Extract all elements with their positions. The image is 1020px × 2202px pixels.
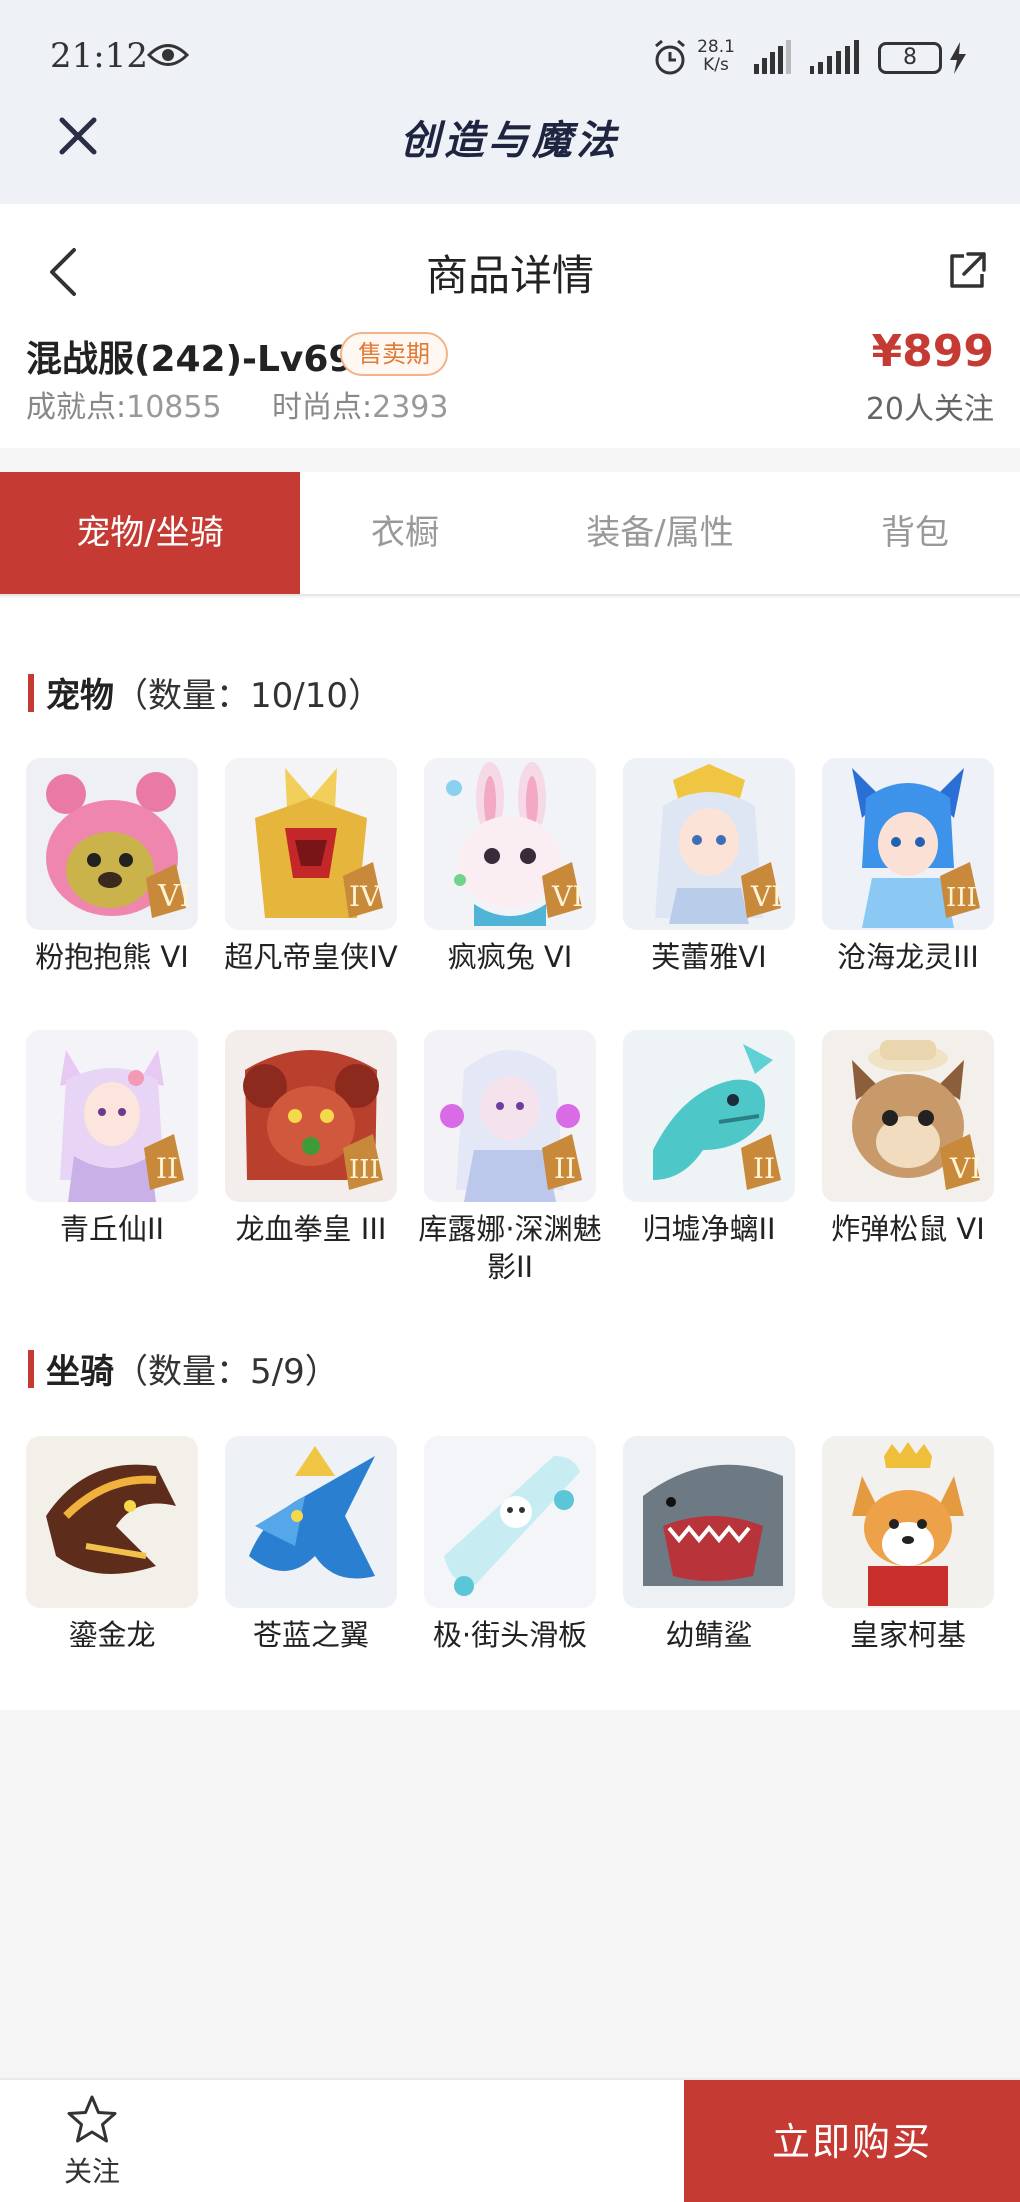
- pet-name: 归墟净螭II: [642, 1212, 776, 1246]
- freya-icon: VI: [623, 758, 795, 930]
- star-icon: [67, 2095, 117, 2143]
- red-beast-icon: III: [225, 1030, 397, 1202]
- pet-name: 芙蕾雅VI: [651, 940, 767, 974]
- status-bar: 21:12 28.1 K/s 8: [0, 0, 1020, 114]
- pet-name: 沧海龙灵III: [837, 940, 979, 974]
- fox-fairy-icon: II: [26, 1030, 198, 1202]
- product-header: 商品详情 混战服(242)-Lv69 售卖期 ¥899 成就点:10855 时尚…: [0, 204, 1020, 448]
- golden-dragon-icon: [26, 1436, 198, 1608]
- follow-button[interactable]: 关注: [42, 2090, 142, 2200]
- squirrel-icon: VI: [822, 1030, 994, 1202]
- skateboard-icon: [424, 1436, 596, 1608]
- mount-name: 极·街头滑板: [432, 1618, 588, 1652]
- price: ¥899: [871, 326, 994, 377]
- mount-name: 皇家柯基: [849, 1618, 966, 1652]
- page-title: 商品详情: [425, 251, 594, 300]
- pet-name: 炸弹松鼠 VI: [831, 1212, 985, 1246]
- tab-pets-mounts[interactable]: 宠物/坐骑: [0, 472, 300, 594]
- mounts-count: （数量：5/9）: [114, 1352, 339, 1392]
- pet-name: 龙血拳皇 III: [235, 1212, 387, 1246]
- achievement-label: 成就点:: [26, 390, 127, 425]
- dragon-spirit-icon: III: [822, 758, 994, 930]
- achievement-points: 成就点:10855: [26, 382, 222, 426]
- pet-name: 疯疯兔 VI: [447, 940, 573, 974]
- pet-name: 库露娜·深渊魅影II: [418, 1212, 602, 1284]
- achievement-value: 10855: [126, 390, 222, 425]
- tab-wardrobe[interactable]: 衣橱: [300, 472, 510, 594]
- tab-backpack[interactable]: 背包: [800, 472, 1020, 594]
- svg-text:III: III: [946, 883, 977, 913]
- svg-text:VI: VI: [750, 880, 782, 913]
- app-title: 创造与魔法: [400, 117, 620, 164]
- follow-label: 关注: [63, 2155, 120, 2188]
- buy-now-button[interactable]: 立即购买: [684, 2080, 1020, 2202]
- status-badge: 售卖期: [340, 332, 448, 376]
- pet-name: 粉抱抱熊 VI: [35, 940, 189, 974]
- bottom-action-bar: 关注 立即购买: [0, 2078, 1020, 2202]
- svg-text:II: II: [156, 1152, 178, 1185]
- tab-equipment[interactable]: 装备/属性: [540, 472, 780, 594]
- signal-icon: [754, 40, 791, 74]
- svg-text:II: II: [554, 1152, 576, 1185]
- svg-text:IV: IV: [349, 880, 381, 913]
- signal-icon: [810, 40, 859, 74]
- svg-text:VI: VI: [949, 1152, 981, 1185]
- status-time: 21:12: [50, 36, 148, 76]
- follower-count: 20人关注: [865, 392, 994, 427]
- net-speed: 28.1 K/s: [694, 38, 738, 74]
- fashion-points: 时尚点:2393: [272, 382, 448, 426]
- mount-name: 苍蓝之翼: [252, 1618, 369, 1652]
- mount-name: 鎏金龙: [68, 1618, 156, 1652]
- gold-armor-icon: IV: [225, 758, 397, 930]
- fashion-label: 时尚点:: [272, 390, 373, 425]
- share-icon[interactable]: [946, 250, 988, 292]
- sea-dragon-icon: II: [623, 1030, 795, 1202]
- section-marker: [28, 674, 34, 712]
- charging-bolt-icon: [950, 42, 966, 74]
- alarm-icon: [655, 39, 685, 75]
- shark-icon: [623, 1436, 795, 1608]
- mount-name: 幼鲭鲨: [665, 1618, 753, 1652]
- svg-text:II: II: [753, 1152, 775, 1185]
- pet-name: 超凡帝皇侠IV: [224, 940, 398, 974]
- corgi-icon: [822, 1436, 994, 1608]
- pet-name: 青丘仙II: [59, 1212, 165, 1246]
- svg-text:III: III: [349, 1155, 380, 1185]
- battery-indicator: 8: [878, 42, 942, 74]
- eye-icon: [147, 44, 189, 66]
- azure-wing-icon: [225, 1436, 397, 1608]
- pets-count: （数量：10/10）: [114, 676, 382, 716]
- abyss-ghost-icon: II: [424, 1030, 596, 1202]
- svg-text:VI: VI: [157, 879, 192, 914]
- content-panel: 宠物 （数量：10/10） VI 粉抱抱熊 VI IV 超凡帝皇侠IV VI 疯…: [0, 598, 1020, 1710]
- net-speed-unit: K/s: [703, 55, 729, 75]
- app-header-zone: 21:12 28.1 K/s 8 创造与魔法: [0, 0, 1020, 204]
- detail-tabs: 宠物/坐骑 衣橱 装备/属性 背包: [0, 472, 1020, 596]
- bunny-icon: VI: [424, 758, 596, 930]
- fashion-value: 2393: [372, 390, 449, 425]
- product-name: 混战服(242)-Lv69: [26, 339, 354, 380]
- pets-title: 宠物: [46, 676, 114, 716]
- section-marker: [28, 1350, 34, 1388]
- net-speed-value: 28.1: [697, 37, 735, 57]
- pink-bear-icon: VI: [26, 758, 198, 930]
- svg-text:VI: VI: [551, 880, 583, 913]
- mounts-title: 坐骑: [46, 1352, 114, 1392]
